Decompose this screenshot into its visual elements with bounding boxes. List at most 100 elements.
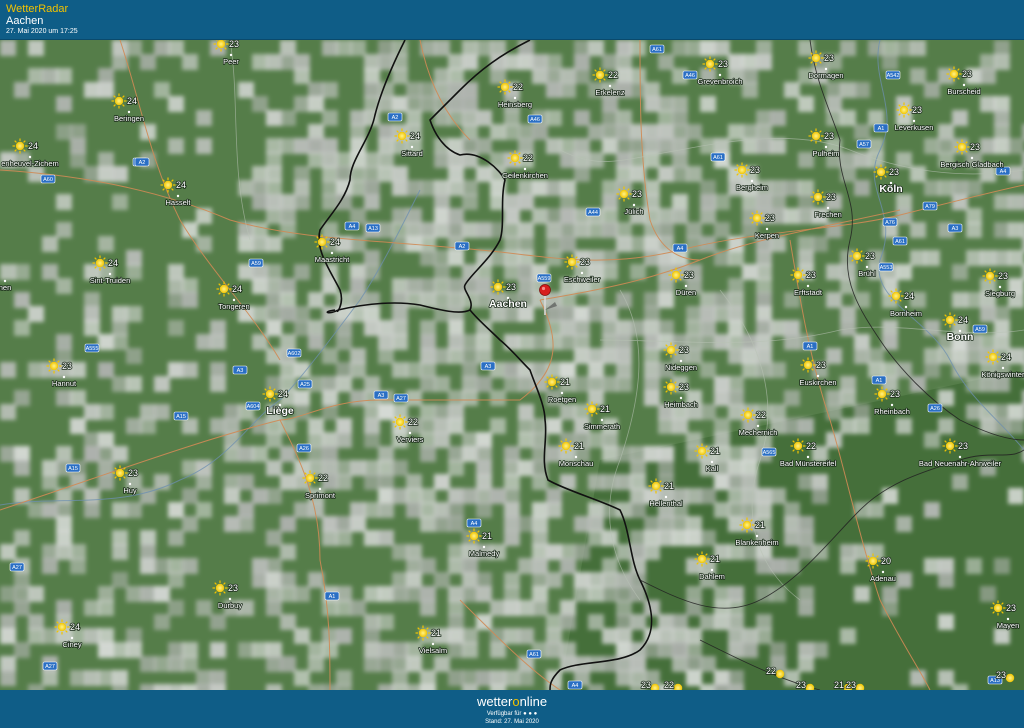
temperature-value: 24 [70, 622, 80, 632]
city-name: Adenau [870, 574, 896, 583]
temperature-value: 22 [766, 666, 776, 676]
app-footer: wetteronline Verfügbar für ● ● ● Stand: … [0, 690, 1024, 728]
city-name: Hasselt [165, 198, 191, 207]
radar-map[interactable]: A61 A46 A542 A2 A46 A1 A57 A61 A4 A44 A4 A559 A76 A79… [0, 40, 1024, 690]
sun-icon [790, 438, 806, 454]
city-name: Bergisch Gladbach [940, 160, 1003, 169]
temperature-value: 23 [912, 105, 922, 115]
svg-text:A3: A3 [485, 364, 492, 370]
temperature-value: 23 [506, 282, 516, 292]
svg-text:A555: A555 [86, 346, 99, 352]
temperature-value: 23 [970, 142, 980, 152]
road-sign: A25 [297, 379, 313, 389]
svg-text:A2: A2 [459, 244, 466, 250]
sun-icon [808, 128, 824, 144]
svg-text:A4: A4 [677, 246, 684, 252]
temperature-value: 22 [806, 441, 816, 451]
temperature-value: 21 [710, 446, 720, 456]
temperature-value: 21 [574, 441, 584, 451]
city-name: Nideggen [665, 363, 697, 372]
sun-icon [490, 279, 506, 295]
road-sign: A26 [927, 403, 943, 413]
city-name: Kall [706, 464, 719, 473]
temperature-value: 24 [232, 284, 242, 294]
svg-text:A46: A46 [685, 73, 695, 79]
sun-icon [734, 162, 750, 178]
sun-icon [212, 580, 228, 596]
svg-text:A44: A44 [588, 210, 598, 216]
sun-icon [466, 528, 482, 544]
city-name: Grevenbroich [697, 77, 742, 86]
temperature-value: 23 [228, 583, 238, 593]
city-name: Heinsberg [498, 100, 532, 109]
road-sign: A2 [387, 112, 403, 122]
road-sign: A26 [296, 443, 312, 453]
temperature-value: 23 [765, 213, 775, 223]
svg-text:A13: A13 [368, 226, 378, 232]
city-name: Bad Münstereifel [780, 459, 837, 468]
temperature-value: 21 [482, 531, 492, 541]
temperature-value: 21 [560, 377, 570, 387]
temperature-value: 23 [641, 680, 651, 690]
sun-icon [648, 478, 664, 494]
city-name: Düren [676, 288, 696, 297]
temperature-value: 22 [523, 153, 533, 163]
sun-icon [592, 67, 608, 83]
temperature-value: 22 [408, 417, 418, 427]
svg-text:A27: A27 [45, 664, 55, 670]
temperature-value: 21 [710, 554, 720, 564]
temperature-value: 23 [580, 257, 590, 267]
temperature-value: 24 [410, 131, 420, 141]
road-sign: A555 [84, 343, 100, 353]
temperature-value: 21 [834, 680, 844, 690]
temperature-value: 23 [684, 270, 694, 280]
temperature-value: 24 [904, 291, 914, 301]
sun-icon [694, 551, 710, 567]
temperature-value: 23 [679, 345, 689, 355]
svg-text:A26: A26 [299, 446, 309, 452]
city-name: Ciney [62, 640, 81, 649]
sun-icon [942, 438, 958, 454]
sun-icon [584, 401, 600, 417]
temperature-value: 21 [431, 628, 441, 638]
sun-icon [663, 342, 679, 358]
svg-text:A4: A4 [572, 683, 579, 689]
sun-icon [874, 386, 890, 402]
temperature-value: 23 [824, 53, 834, 63]
city-name: Hannut [52, 379, 77, 388]
city-name: Siegburg [985, 289, 1015, 298]
road-sign: A542 [885, 70, 901, 80]
city-name: Jülich [624, 207, 643, 216]
temperature-value: 24 [1001, 352, 1011, 362]
road-sign: A2 [454, 241, 470, 251]
sun-icon [160, 177, 176, 193]
sun-icon [663, 379, 679, 395]
road-sign: A13 [365, 223, 381, 233]
road-sign: A2 [134, 157, 150, 167]
svg-text:A3: A3 [952, 226, 959, 232]
temperature-value: 23 [62, 361, 72, 371]
sun-icon [896, 102, 912, 118]
sun-icon [985, 349, 1001, 365]
sun-icon [808, 50, 824, 66]
temperature-value: 24 [176, 180, 186, 190]
temperature-value: 23 [890, 389, 900, 399]
temperature-value: 23 [632, 189, 642, 199]
city-name: Köln [879, 183, 902, 195]
temperature-value: 22 [318, 473, 328, 483]
city-name: Hellenthal [649, 499, 683, 508]
sun-icon [314, 234, 330, 250]
road-sign: A27 [42, 661, 58, 671]
city-name: Huy [123, 486, 137, 495]
sun-icon [775, 669, 785, 679]
sun-icon [942, 312, 958, 328]
sun-icon [262, 386, 278, 402]
svg-text:A26: A26 [930, 406, 940, 412]
temperature-value: 23 [826, 192, 836, 202]
app-header: WetterRadar Aachen 27. Mai 2020 um 17:25 [0, 0, 1024, 40]
road-sign: A3 [373, 390, 389, 400]
brand-logo[interactable]: wetteronline [0, 694, 1024, 709]
sun-icon [394, 128, 410, 144]
city-name: Geilenkirchen [502, 171, 548, 180]
temperature-value: 23 [679, 382, 689, 392]
